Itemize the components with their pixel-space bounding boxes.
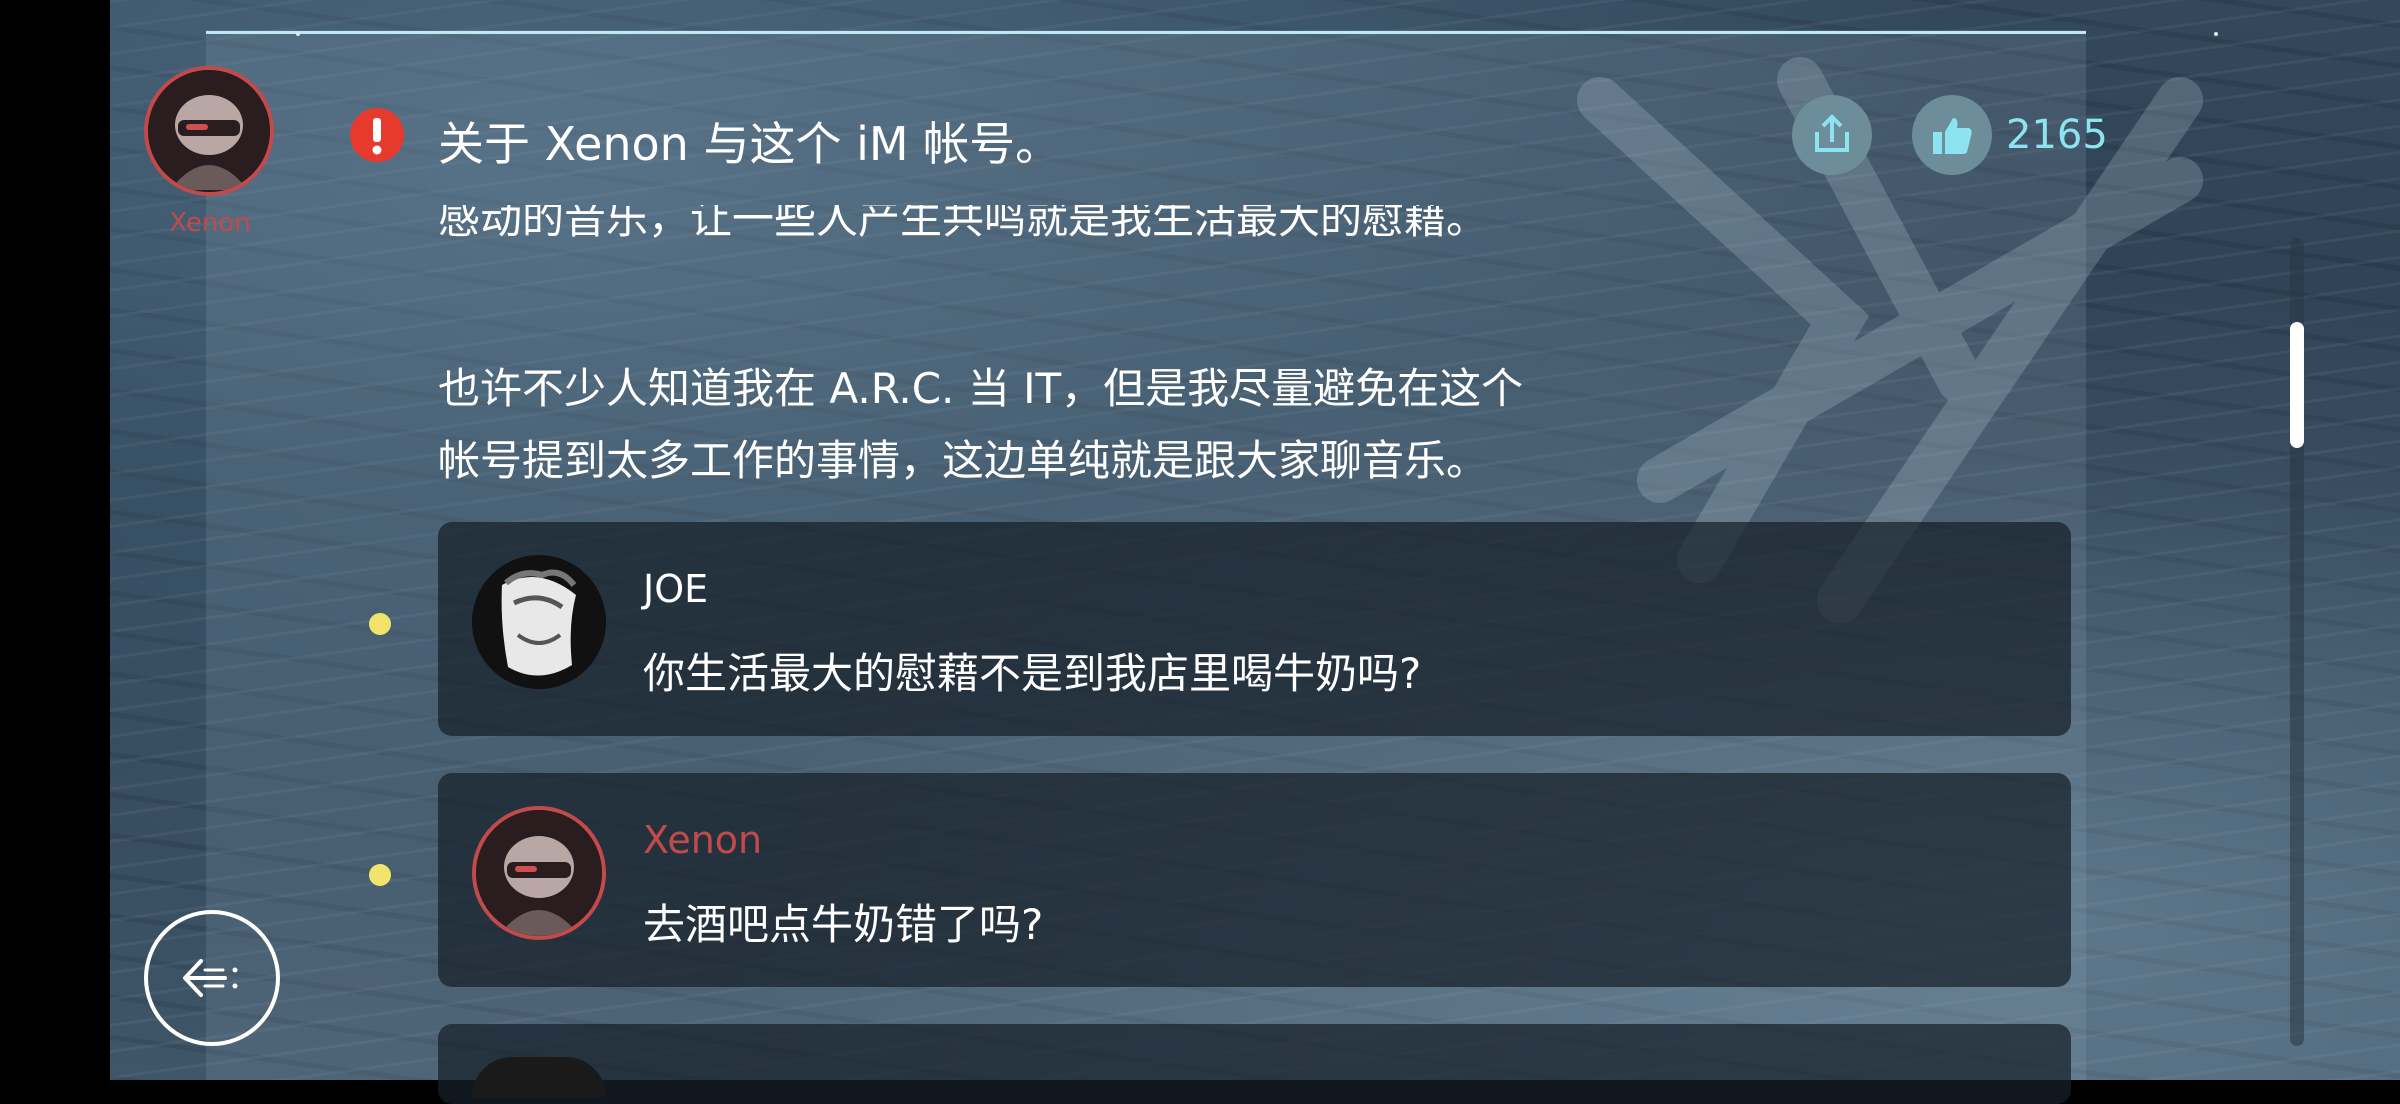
thumbs-up-icon xyxy=(1933,118,1972,154)
reply-card[interactable]: JOE 你生活最大的慰藉不是到我店里喝牛奶吗? xyxy=(438,522,2071,736)
author-avatar[interactable] xyxy=(144,66,274,196)
reply-avatar[interactable] xyxy=(472,806,606,940)
post-paragraph: 也许不少人知道我在 A.R.C. 当 IT，但是我尽量避免在这个 帐号提到太多工… xyxy=(438,353,1523,497)
post-body-line: 感动的音乐，让一些人产生共鸣就是我生活最大的慰藉。 xyxy=(438,205,1489,243)
scrollbar-thumb[interactable] xyxy=(2290,322,2304,448)
back-icon xyxy=(183,959,238,997)
like-count: 2165 xyxy=(2006,112,2108,158)
reply-avatar[interactable] xyxy=(472,1057,606,1097)
divider-dot xyxy=(2214,32,2218,36)
post-body-clipped: 感动的音乐，让一些人产生共鸣就是我生活最大的慰藉。 xyxy=(438,205,1738,263)
author-name: Xenon xyxy=(169,208,251,238)
reply-text: 去酒吧点牛奶错了吗? xyxy=(643,900,1044,949)
reply-author-name: JOE xyxy=(643,567,709,611)
reply-card[interactable]: Xenon 去酒吧点牛奶错了吗? xyxy=(438,773,2071,987)
alert-icon xyxy=(350,108,404,162)
reply-card[interactable] xyxy=(438,1024,2071,1104)
post-paragraph-line: 也许不少人知道我在 A.R.C. 当 IT，但是我尽量避免在这个 xyxy=(438,364,1524,413)
reply-avatar[interactable] xyxy=(472,555,606,689)
back-button[interactable] xyxy=(144,910,280,1046)
like-button[interactable] xyxy=(1912,95,1992,175)
reply-author-name: Xenon xyxy=(643,818,763,862)
share-button[interactable] xyxy=(1792,95,1872,175)
reply-text: 你生活最大的慰藉不是到我店里喝牛奶吗? xyxy=(643,649,1422,698)
reply-bullet xyxy=(369,864,391,886)
post-title: 关于 Xenon 与这个 iM 帐号。 xyxy=(438,117,1062,171)
divider-dot xyxy=(296,32,300,36)
share-icon xyxy=(1815,114,1849,152)
reply-bullet xyxy=(369,613,391,635)
top-divider xyxy=(206,31,2086,34)
post-paragraph-line: 帐号提到太多工作的事情，这边单纯就是跟大家聊音乐。 xyxy=(438,436,1489,485)
